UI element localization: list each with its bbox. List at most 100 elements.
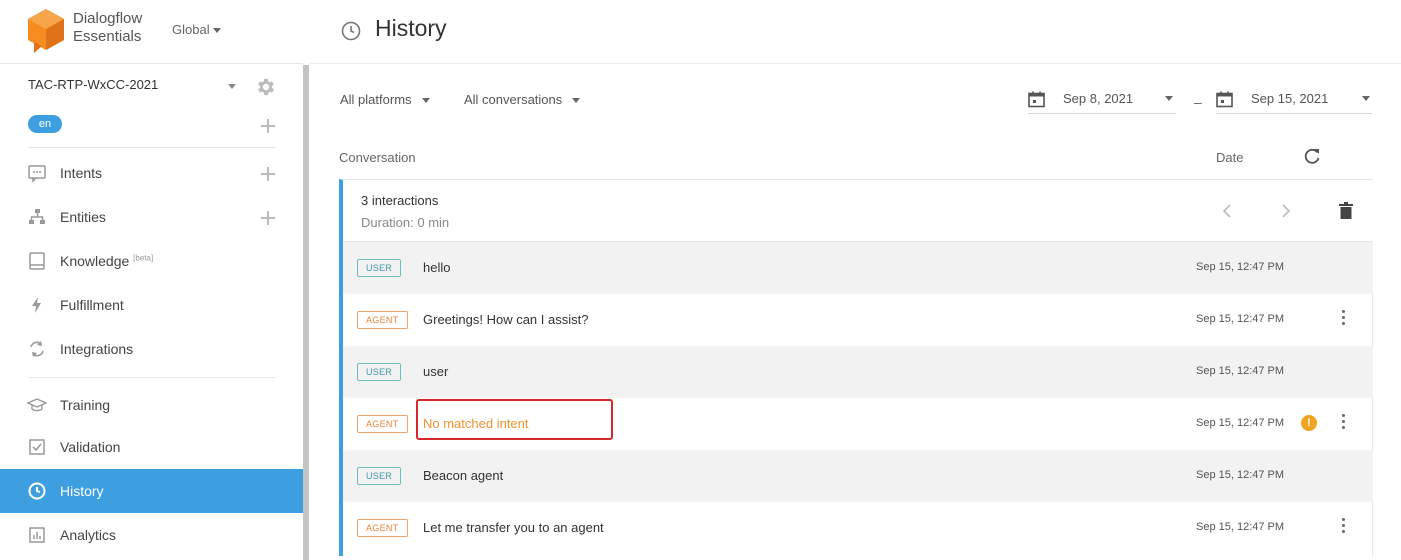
region-selector[interactable]: Global [172, 22, 221, 37]
sidebar-item-entities[interactable]: Entities [0, 195, 303, 239]
refresh-icon[interactable] [1302, 146, 1322, 166]
knowledge-label: Knowledge [60, 253, 130, 269]
page-title: History [375, 15, 447, 41]
more-options-icon[interactable] [1339, 414, 1347, 434]
chevron-down-icon [1362, 96, 1370, 101]
message-text: Let me transfer you to an agent [423, 520, 604, 535]
date-column-header: Date [1216, 150, 1244, 165]
sync-icon [30, 341, 44, 357]
sidebar-scrollbar[interactable] [303, 65, 309, 560]
conversation-card[interactable]: 3 interactions Duration: 0 min USER hell… [339, 179, 1373, 556]
message-text: Beacon agent [423, 468, 504, 483]
conversations-filter-label: All conversations [464, 92, 563, 107]
bar-chart-icon [29, 527, 45, 543]
message-timestamp: Sep 15, 12:47 PM [1196, 521, 1285, 533]
brand-line-2: Essentials [73, 28, 142, 45]
trash-icon[interactable] [1339, 202, 1353, 219]
warning-icon[interactable]: ! [1301, 415, 1317, 431]
agent-role-tag: AGENT [357, 415, 408, 433]
conversation-row[interactable]: USER hello Sep 15, 12:47 PM [343, 242, 1373, 294]
conversation-column-header: Conversation [339, 150, 416, 165]
page-header: History [310, 0, 1401, 64]
more-options-icon[interactable] [1339, 518, 1347, 538]
date-to-value: Sep 15, 2021 [1251, 91, 1329, 106]
message-timestamp: Sep 15, 12:47 PM [1196, 365, 1285, 377]
chevron-down-icon [572, 98, 581, 104]
user-role-tag: USER [357, 259, 402, 277]
brand-line-1: Dialogflow [73, 10, 143, 27]
message-text: hello [423, 260, 451, 275]
conversation-row[interactable]: AGENT Let me transfer you to an agent Se… [343, 502, 1373, 554]
sidebar-item-validation[interactable]: Validation [0, 425, 303, 469]
message-text: user [423, 364, 449, 379]
agent-name[interactable]: TAC-RTP-WxCC-2021 [28, 77, 158, 92]
sidebar-divider [28, 147, 276, 148]
user-role-tag: USER [357, 363, 402, 381]
sidebar-item-training[interactable]: Training [0, 383, 303, 427]
sidebar-item-analytics[interactable]: Analytics [0, 513, 303, 557]
sidebar-item-label: Fulfillment [60, 297, 124, 313]
agent-selector-section: TAC-RTP-WxCC-2021 en [0, 64, 303, 154]
lightning-icon [32, 297, 41, 313]
message-text: Greetings! How can I assist? [423, 312, 589, 327]
sidebar-item-label: Validation [60, 439, 121, 455]
interaction-count: 3 interactions [361, 193, 439, 208]
date-from-value: Sep 8, 2021 [1063, 91, 1134, 106]
history-icon [28, 482, 46, 500]
language-badge[interactable]: en [28, 115, 62, 133]
chevron-left-icon[interactable] [1220, 202, 1234, 220]
add-intent-icon[interactable] [261, 167, 275, 181]
calendar-icon[interactable] [1028, 91, 1045, 108]
message-timestamp: Sep 15, 12:47 PM [1196, 313, 1285, 325]
agent-role-tag: AGENT [357, 519, 408, 537]
agent-role-tag: AGENT [357, 311, 408, 329]
message-timestamp: Sep 15, 12:47 PM [1196, 469, 1285, 481]
sidebar-item-history[interactable]: History [0, 469, 303, 513]
date-to-picker[interactable]: Sep 15, 2021 [1216, 86, 1372, 114]
hierarchy-icon [29, 209, 45, 224]
platform-filter[interactable]: All platforms [340, 92, 430, 107]
graduation-cap-icon [27, 398, 47, 412]
brand-header: Dialogflow Essentials Global [0, 0, 303, 64]
sidebar-item-label: History [60, 483, 104, 499]
sidebar: Dialogflow Essentials Global TAC-RTP-WxC… [0, 0, 310, 560]
conversation-duration: Duration: 0 min [361, 215, 450, 230]
more-options-icon[interactable] [1339, 310, 1347, 330]
add-language-icon[interactable] [261, 119, 275, 133]
conversation-summary: 3 interactions Duration: 0 min [343, 180, 1373, 242]
sidebar-item-intents[interactable]: Intents [0, 151, 303, 195]
date-range-separator: – [1194, 94, 1202, 110]
sidebar-item-label: Analytics [60, 527, 117, 543]
message-timestamp: Sep 15, 12:47 PM [1196, 417, 1285, 429]
chevron-down-icon [421, 98, 430, 104]
brand-name: Dialogflow Essentials [73, 10, 168, 46]
sidebar-item-integrations[interactable]: Integrations [0, 327, 303, 371]
conversations-filter[interactable]: All conversations [464, 92, 581, 107]
sidebar-item-label: Integrations [60, 341, 134, 357]
beta-badge: [beta] [133, 253, 154, 263]
add-entity-icon[interactable] [261, 211, 275, 225]
conversation-row[interactable]: USER user Sep 15, 12:47 PM [343, 346, 1373, 398]
conversation-row[interactable]: AGENT Greetings! How can I assist? Sep 1… [343, 294, 1373, 346]
date-from-picker[interactable]: Sep 8, 2021 [1028, 86, 1176, 114]
calendar-icon[interactable] [1216, 91, 1233, 108]
sidebar-item-fulfillment[interactable]: Fulfillment [0, 283, 303, 327]
sidebar-divider [28, 377, 276, 378]
message-timestamp: Sep 15, 12:47 PM [1196, 261, 1285, 273]
chevron-right-icon[interactable] [1279, 202, 1293, 220]
platform-filter-label: All platforms [340, 92, 412, 107]
sidebar-item-knowledge[interactable]: Knowledge [beta] [0, 239, 303, 283]
sidebar-item-label: Entities [60, 209, 106, 225]
user-role-tag: USER [357, 467, 402, 485]
sidebar-item-label: Intents [60, 165, 103, 181]
conversation-row[interactable]: AGENT No matched intent Sep 15, 12:47 PM… [343, 398, 1373, 450]
book-icon [29, 252, 45, 270]
gear-icon[interactable] [255, 76, 277, 98]
chat-bubble-icon [28, 165, 46, 183]
chevron-down-icon [1165, 96, 1173, 101]
check-square-icon [29, 439, 45, 455]
agent-dropdown-icon[interactable] [228, 84, 236, 89]
highlight-annotation-box [416, 399, 613, 440]
conversation-row[interactable]: USER Beacon agent Sep 15, 12:47 PM [343, 450, 1373, 502]
history-icon [341, 21, 361, 41]
